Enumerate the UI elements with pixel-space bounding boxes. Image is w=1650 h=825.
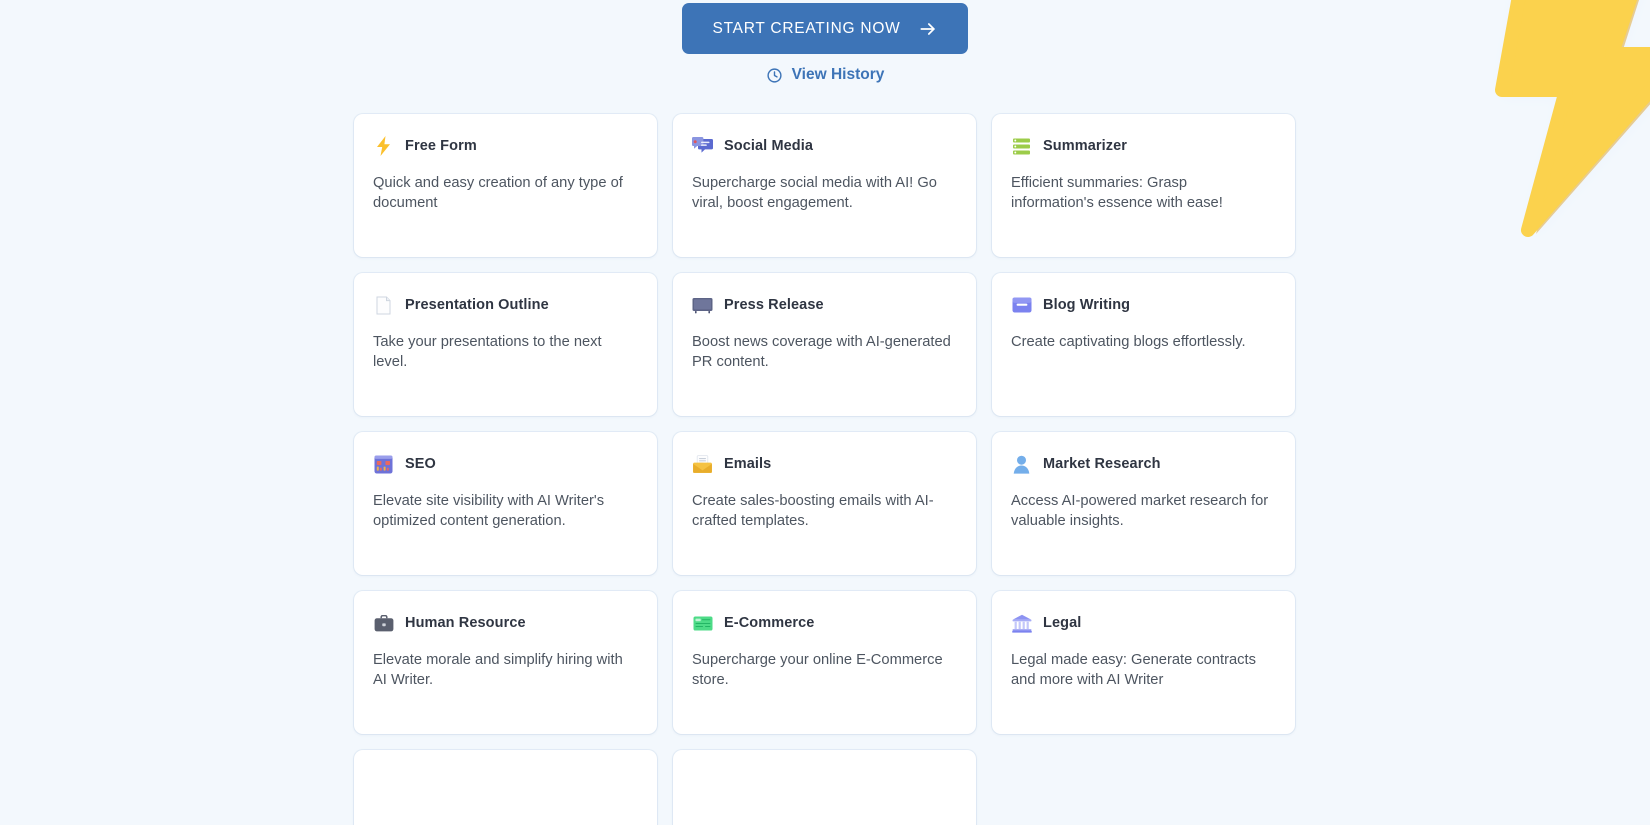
card-header: SEO xyxy=(373,453,638,475)
clock-icon xyxy=(766,67,783,84)
card-title: SEO xyxy=(405,456,436,472)
arrow-right-icon xyxy=(918,19,938,39)
card-header xyxy=(692,771,957,793)
card-description: Take your presentations to the next leve… xyxy=(373,332,635,372)
view-history-link[interactable]: View History xyxy=(766,66,885,84)
card-title: Summarizer xyxy=(1043,138,1127,154)
briefcase-icon xyxy=(373,613,394,634)
list-lines-icon xyxy=(1011,136,1032,157)
card-title: Press Release xyxy=(724,297,824,313)
template-card-legal[interactable]: Legal Legal made easy: Generate contract… xyxy=(992,591,1295,734)
template-card-partial-2[interactable] xyxy=(673,750,976,825)
card-description: Create sales-boosting emails with AI-cra… xyxy=(692,491,954,531)
card-description: Elevate site visibility with AI Writer's… xyxy=(373,491,635,531)
template-card-seo[interactable]: SEO Elevate site visibility with AI Writ… xyxy=(354,432,657,575)
start-creating-now-button[interactable]: START CREATING NOW xyxy=(682,3,967,54)
template-card-free-form[interactable]: Free Form Quick and easy creation of any… xyxy=(354,114,657,257)
template-card-human-resource[interactable]: Human Resource Elevate morale and simpli… xyxy=(354,591,657,734)
card-header: Summarizer xyxy=(1011,135,1276,157)
template-card-market-research[interactable]: Market Research Access AI-powered market… xyxy=(992,432,1295,575)
card-description: Access AI-powered market research for va… xyxy=(1011,491,1273,531)
card-description: Create captivating blogs effortlessly. xyxy=(1011,332,1273,352)
template-card-partial-1[interactable] xyxy=(354,750,657,825)
person-bust-icon xyxy=(1011,454,1032,475)
card-description: Efficient summaries: Grasp information's… xyxy=(1011,173,1273,213)
card-description: Supercharge social media with AI! Go vir… xyxy=(692,173,954,213)
cta-label: START CREATING NOW xyxy=(712,20,900,38)
view-history-label: View History xyxy=(792,66,885,84)
hero-section: START CREATING NOW View History xyxy=(0,0,1650,84)
card-header: Press Release xyxy=(692,294,957,316)
template-card-social-media[interactable]: Social Media Supercharge social media wi… xyxy=(673,114,976,257)
template-cards-grid: Free Form Quick and easy creation of any… xyxy=(354,114,1296,825)
envelope-icon xyxy=(692,454,713,475)
card-header: Presentation Outline xyxy=(373,294,638,316)
card-header xyxy=(373,771,638,793)
analytics-chart-icon xyxy=(373,454,394,475)
card-header: Social Media xyxy=(692,135,957,157)
card-header: Free Form xyxy=(373,135,638,157)
template-card-emails[interactable]: Emails Create sales-boosting emails with… xyxy=(673,432,976,575)
card-header: E-Commerce xyxy=(692,612,957,634)
template-card-blog-writing[interactable]: Blog Writing Create captivating blogs ef… xyxy=(992,273,1295,416)
card-title: Blog Writing xyxy=(1043,297,1130,313)
card-description: Quick and easy creation of any type of d… xyxy=(373,173,635,213)
card-title: Market Research xyxy=(1043,456,1161,472)
card-description: Legal made easy: Generate contracts and … xyxy=(1011,650,1273,690)
template-card-press-release[interactable]: Press Release Boost news coverage with A… xyxy=(673,273,976,416)
classical-building-icon xyxy=(1011,613,1032,634)
card-description: Boost news coverage with AI-generated PR… xyxy=(692,332,954,372)
card-header: Emails xyxy=(692,453,957,475)
card-title: Social Media xyxy=(724,138,813,154)
blog-card-icon xyxy=(1011,295,1032,316)
card-title: E-Commerce xyxy=(724,615,814,631)
template-card-presentation-outline[interactable]: Presentation Outline Take your presentat… xyxy=(354,273,657,416)
speech-bubbles-icon xyxy=(692,136,713,157)
card-header: Legal xyxy=(1011,612,1276,634)
card-title: Free Form xyxy=(405,138,477,154)
card-description: Elevate morale and simplify hiring with … xyxy=(373,650,635,690)
card-title: Human Resource xyxy=(405,615,526,631)
card-title: Legal xyxy=(1043,615,1081,631)
television-icon xyxy=(692,295,713,316)
template-card-e-commerce[interactable]: E-Commerce Supercharge your online E-Com… xyxy=(673,591,976,734)
page-document-icon xyxy=(373,295,394,316)
template-card-summarizer[interactable]: Summarizer Efficient summaries: Grasp in… xyxy=(992,114,1295,257)
card-header: Market Research xyxy=(1011,453,1276,475)
credit-card-icon xyxy=(692,613,713,634)
card-header: Human Resource xyxy=(373,612,638,634)
lightning-bolt-icon xyxy=(373,136,394,157)
card-title: Emails xyxy=(724,456,771,472)
card-title: Presentation Outline xyxy=(405,297,549,313)
card-header: Blog Writing xyxy=(1011,294,1276,316)
card-description: Supercharge your online E-Commerce store… xyxy=(692,650,954,690)
